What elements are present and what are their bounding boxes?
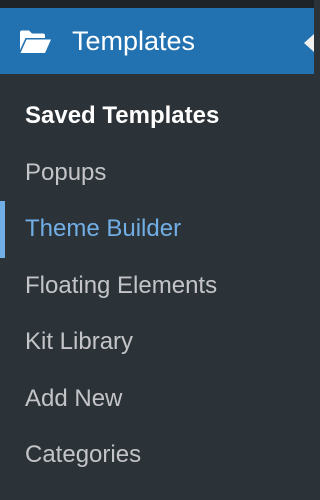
- submenu-item-label: Saved Templates: [25, 102, 220, 130]
- submenu-item-add-new[interactable]: Add New: [0, 371, 314, 428]
- admin-menu: Templates Saved Templates Popups Theme B…: [0, 0, 314, 500]
- templates-submenu: Saved Templates Popups Theme Builder Flo…: [0, 88, 314, 484]
- submenu-item-categories[interactable]: Categories: [0, 427, 314, 484]
- menu-header-title: Templates: [72, 26, 196, 56]
- submenu-item-label: Categories: [25, 441, 142, 469]
- folder-open-icon: [20, 30, 51, 53]
- submenu-item-label: Theme Builder: [25, 215, 182, 243]
- submenu-item-theme-builder[interactable]: Theme Builder: [0, 201, 314, 258]
- submenu-item-saved-templates[interactable]: Saved Templates: [0, 88, 314, 145]
- submenu-item-floating-elements[interactable]: Floating Elements: [0, 258, 314, 315]
- templates-menu-header[interactable]: Templates: [0, 8, 314, 74]
- menu-top-strip: [0, 0, 314, 8]
- submenu-item-label: Add New: [25, 384, 123, 412]
- hover-indicator-bar: [0, 201, 5, 258]
- submenu-item-popups[interactable]: Popups: [0, 145, 314, 202]
- submenu-item-label: Floating Elements: [25, 271, 218, 299]
- current-menu-arrow-icon: [304, 34, 314, 52]
- submenu-item-label: Kit Library: [25, 328, 134, 356]
- submenu-item-kit-library[interactable]: Kit Library: [0, 314, 314, 371]
- submenu-item-label: Popups: [25, 158, 107, 186]
